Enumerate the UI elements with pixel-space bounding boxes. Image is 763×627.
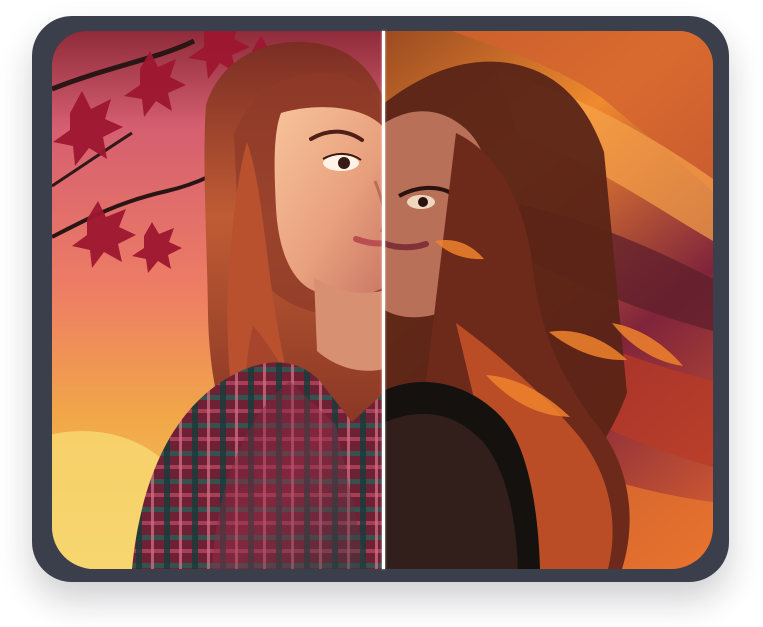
comparison-divider-handle[interactable] [382,31,385,569]
comparison-stage [0,0,763,627]
